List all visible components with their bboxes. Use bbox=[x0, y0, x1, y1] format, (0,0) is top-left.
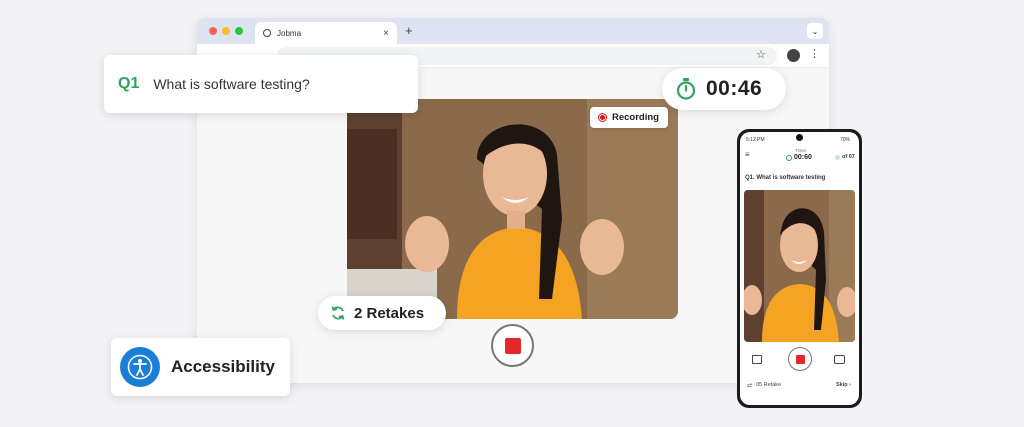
phone-stopwatch-icon bbox=[786, 155, 792, 161]
browser-tab[interactable]: Jobma × bbox=[255, 22, 397, 44]
phone-question-count: of 07 bbox=[842, 154, 855, 160]
timer-value: 00:46 bbox=[706, 77, 763, 100]
phone-candidate-photo bbox=[744, 190, 855, 342]
bookmark-star-icon[interactable]: ☆ bbox=[756, 48, 766, 61]
phone-video-feed bbox=[744, 190, 855, 342]
tab-bar: Jobma × + ⌄ bbox=[197, 18, 829, 44]
accessibility-icon bbox=[120, 347, 160, 387]
recording-badge: Recording bbox=[590, 107, 668, 128]
phone-gallery-icon[interactable] bbox=[752, 355, 762, 364]
candidate-photo bbox=[347, 99, 678, 319]
browser-menu-icon[interactable]: ⋮ bbox=[809, 47, 820, 60]
close-window-dot[interactable] bbox=[209, 27, 217, 35]
phone-timer-caption: Timer bbox=[795, 148, 807, 153]
refresh-icon bbox=[331, 306, 345, 320]
phone-menu-icon[interactable]: ≡ bbox=[745, 150, 750, 159]
phone-camera-switch-icon[interactable] bbox=[834, 355, 845, 364]
phone-camera-dot bbox=[796, 134, 803, 141]
retakes-pill[interactable]: 2 Retakes bbox=[318, 296, 446, 330]
globe-icon bbox=[263, 29, 271, 37]
phone-stop-icon bbox=[795, 354, 805, 364]
tab-dropdown-icon[interactable]: ⌄ bbox=[807, 23, 823, 39]
phone-battery-label: 70% bbox=[840, 137, 851, 143]
phone-status-time: 5:12 PM bbox=[746, 137, 765, 143]
stop-icon bbox=[504, 337, 521, 354]
record-dot-icon bbox=[598, 113, 607, 122]
phone-retake-label[interactable]: 05 Retake bbox=[756, 382, 781, 388]
maximize-window-dot[interactable] bbox=[235, 27, 243, 35]
tab-title: Jobma bbox=[277, 28, 302, 38]
recording-label: Recording bbox=[612, 112, 659, 123]
phone-skip-button[interactable]: Skip › bbox=[836, 382, 851, 388]
phone-timer-value: 00:60 bbox=[794, 154, 812, 161]
stopwatch-icon bbox=[676, 78, 696, 100]
phone-question: Q1. What is software testing bbox=[745, 175, 826, 181]
question-card: Q1 What is software testing? bbox=[104, 55, 418, 113]
question-text: What is software testing? bbox=[153, 76, 310, 92]
timer-pill: 00:46 bbox=[662, 68, 786, 110]
stop-recording-button[interactable] bbox=[491, 324, 534, 367]
phone-retake-icon: ⇄ bbox=[747, 383, 753, 389]
question-number: Q1 bbox=[118, 75, 140, 92]
minimize-window-dot[interactable] bbox=[222, 27, 230, 35]
retakes-label: 2 Retakes bbox=[354, 304, 425, 322]
accessibility-card[interactable]: Accessibility bbox=[111, 338, 290, 396]
tab-close-icon[interactable]: × bbox=[383, 28, 389, 39]
phone-progress-icon bbox=[835, 155, 840, 160]
accessibility-label: Accessibility bbox=[171, 357, 275, 376]
video-feed bbox=[347, 99, 678, 319]
new-tab-button[interactable]: + bbox=[405, 23, 413, 38]
profile-icon[interactable] bbox=[787, 49, 800, 62]
phone-stop-button[interactable] bbox=[788, 347, 812, 371]
